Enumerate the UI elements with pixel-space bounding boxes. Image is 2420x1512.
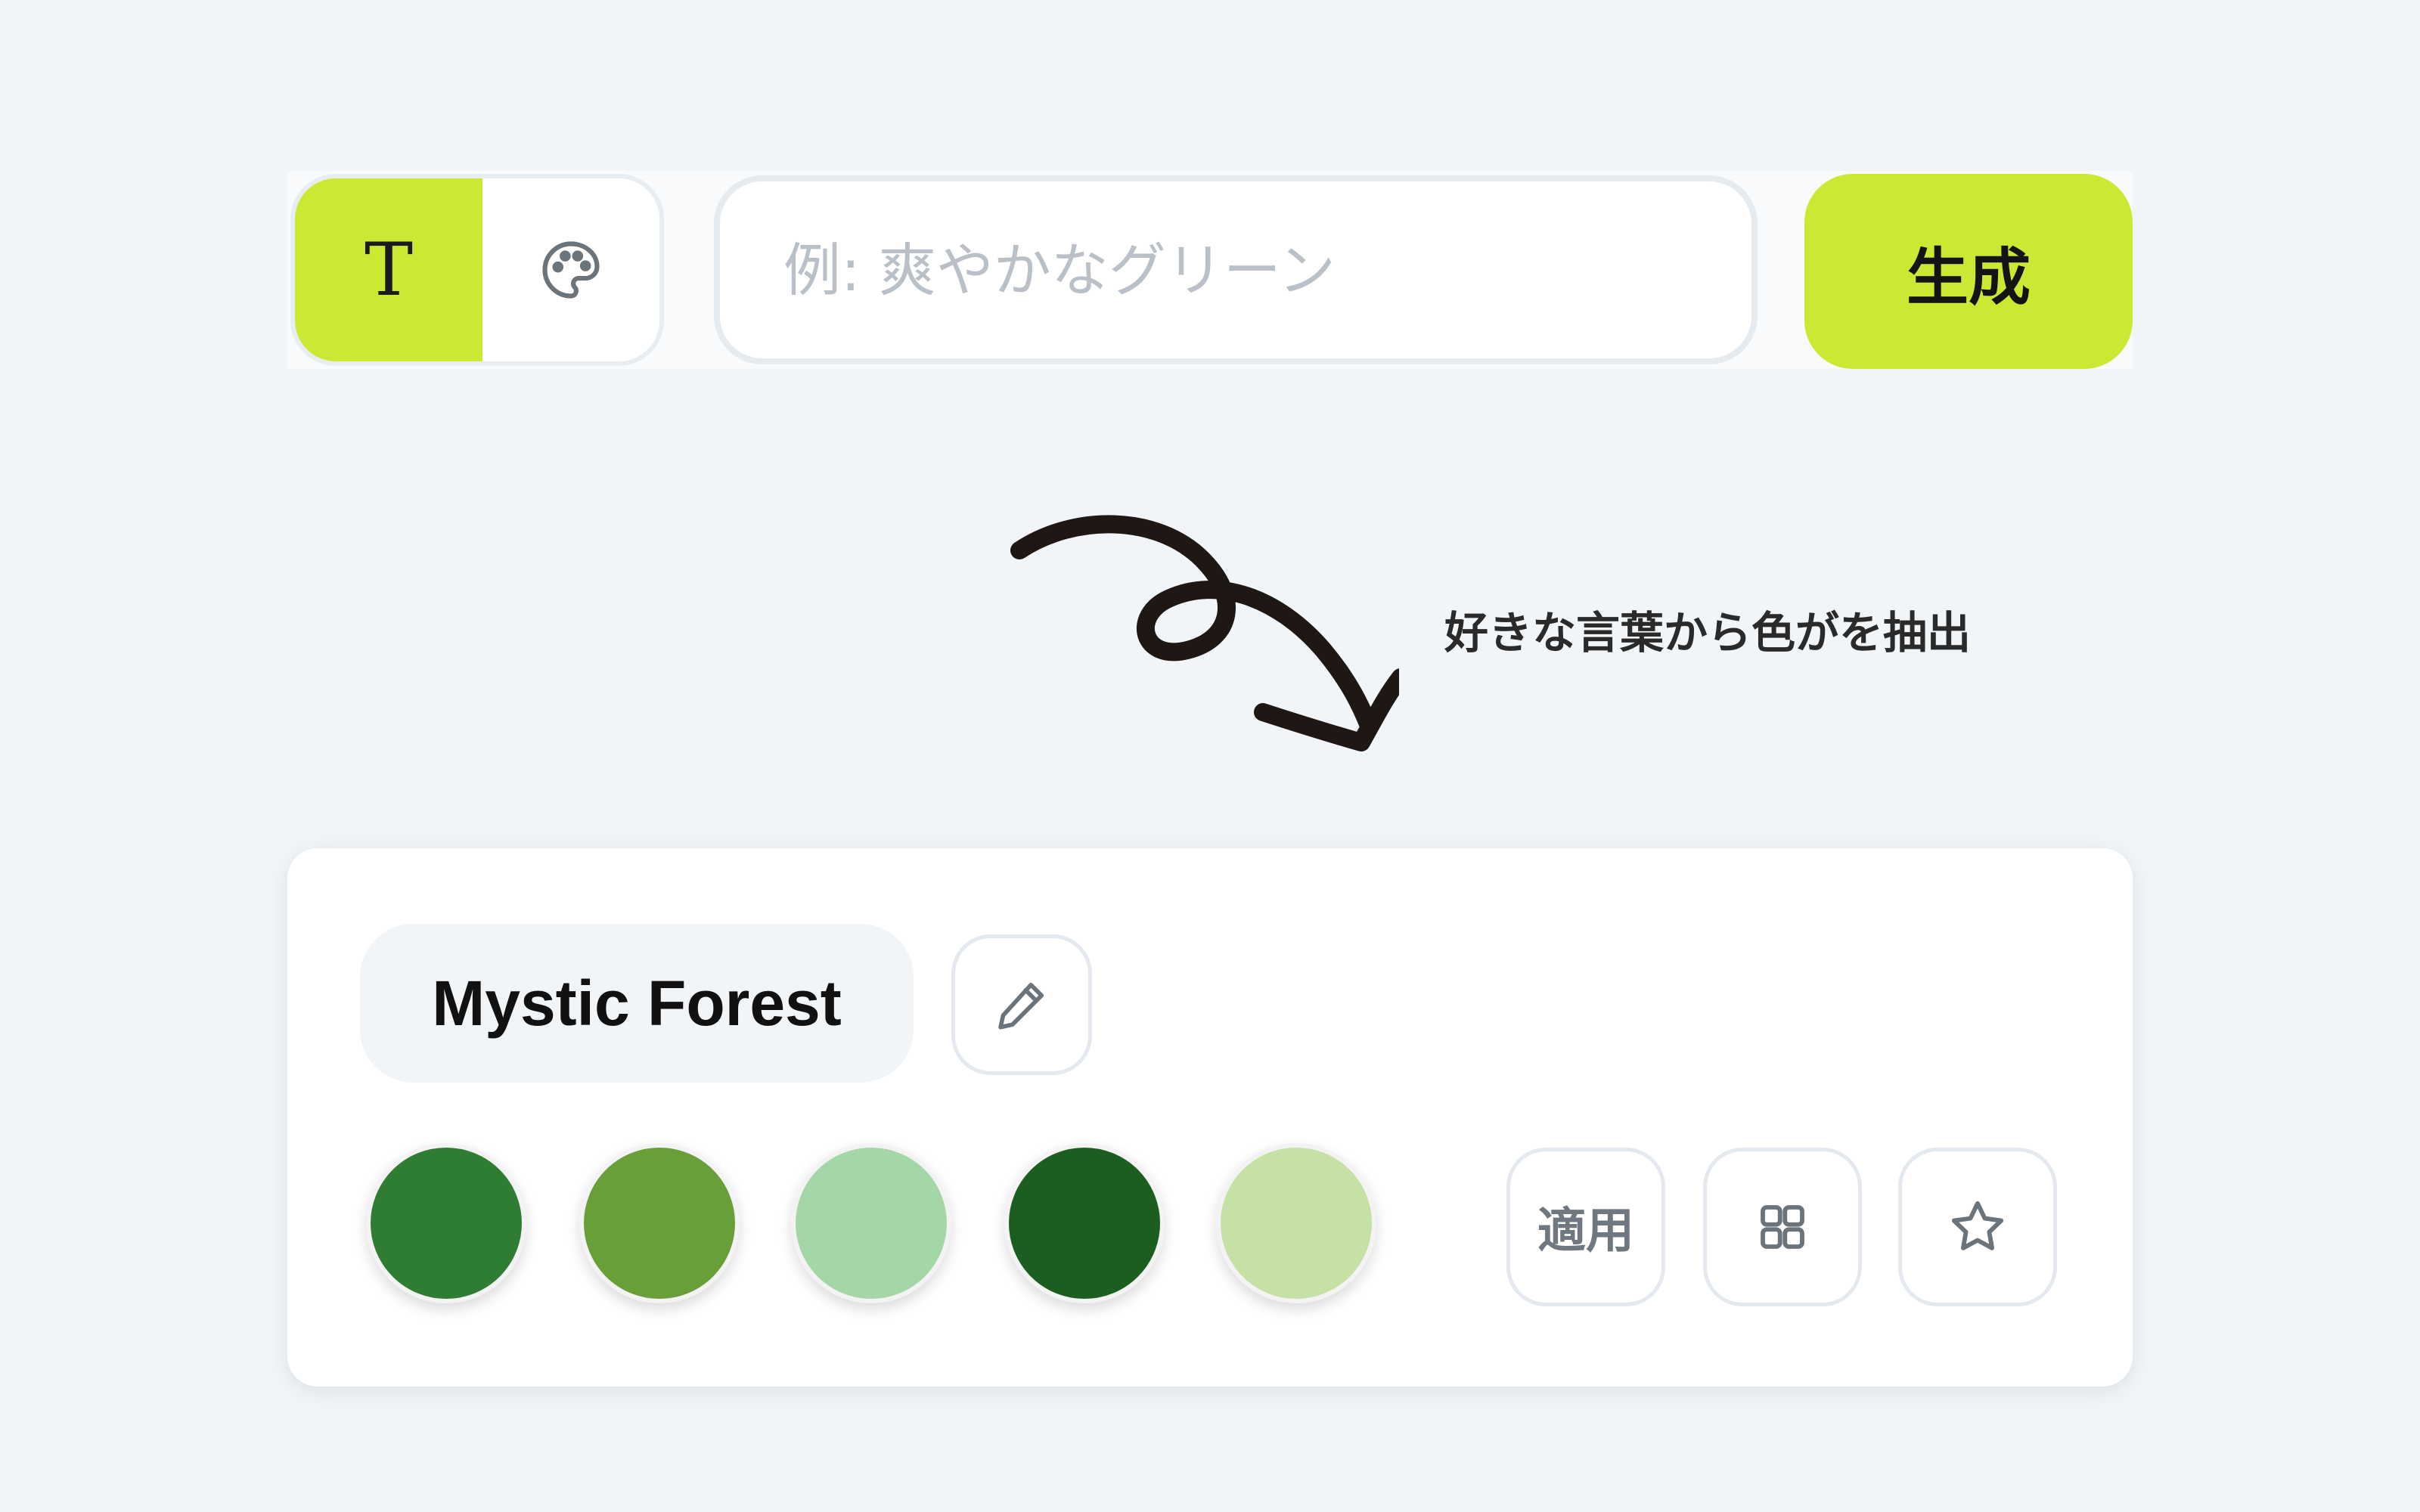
curly-arrow-icon (1010, 515, 1399, 751)
grid-icon (1761, 1205, 1804, 1249)
star-icon (1951, 1201, 2004, 1250)
apply-button[interactable]: 適用 (1506, 1148, 1665, 1306)
generate-button[interactable]: 生成 (1804, 174, 2133, 369)
palette-icon (542, 241, 600, 299)
palette-result-card: Mystic Forest 適用 (287, 848, 2133, 1387)
palette-mode-button[interactable] (482, 178, 659, 361)
color-swatch[interactable] (1216, 1143, 1376, 1303)
grid-view-button[interactable] (1703, 1148, 1862, 1306)
color-swatch[interactable] (1004, 1143, 1165, 1303)
input-mode-toggle: T (290, 174, 664, 366)
pencil-icon (998, 982, 1044, 1030)
edit-name-button[interactable] (951, 934, 1092, 1075)
text-t-icon: T (364, 228, 414, 312)
keyword-input[interactable] (714, 175, 1758, 364)
color-swatch[interactable] (791, 1143, 951, 1303)
color-swatch[interactable] (366, 1143, 526, 1303)
color-swatch[interactable] (579, 1143, 740, 1303)
feature-caption: 好きな言葉から色がを抽出 (1444, 607, 1972, 658)
favorite-button[interactable] (1898, 1148, 2057, 1306)
text-mode-button[interactable]: T (295, 178, 482, 361)
palette-name: Mystic Forest (360, 924, 914, 1083)
generator-bar: T 生成 (287, 171, 2133, 369)
